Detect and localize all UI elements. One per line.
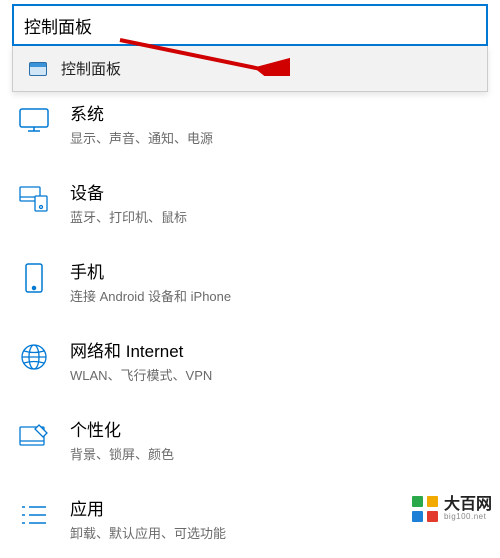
- category-subtitle: 卸载、默认应用、可选功能: [70, 523, 226, 542]
- search-input[interactable]: [24, 15, 476, 35]
- control-panel-icon: [29, 62, 47, 76]
- category-title: 网络和 Internet: [70, 337, 212, 362]
- suggestion-label: 控制面板: [61, 58, 121, 79]
- phone-icon: [18, 262, 50, 294]
- search-suggestions: 控制面板: [12, 46, 488, 92]
- category-title: 个性化: [70, 416, 174, 441]
- watermark-logo-icon: [412, 496, 438, 522]
- category-subtitle: WLAN、飞行模式、VPN: [70, 365, 212, 384]
- watermark: 大百网 big100.net: [412, 496, 492, 522]
- category-subtitle: 显示、声音、通知、电源: [70, 128, 213, 147]
- apps-icon: [18, 499, 50, 531]
- devices-icon: [18, 183, 50, 215]
- category-subtitle: 蓝牙、打印机、鼠标: [70, 207, 187, 226]
- category-system[interactable]: 系统 显示、声音、通知、电源: [0, 92, 500, 163]
- personalization-icon: [18, 420, 50, 452]
- category-title: 手机: [70, 258, 231, 283]
- system-icon: [18, 104, 50, 136]
- category-title: 系统: [70, 100, 213, 125]
- category-personalization[interactable]: 个性化 背景、锁屏、颜色: [0, 400, 500, 479]
- category-phone[interactable]: 手机 连接 Android 设备和 iPhone: [0, 242, 500, 321]
- category-devices[interactable]: 设备 蓝牙、打印机、鼠标: [0, 163, 500, 242]
- suggestion-control-panel[interactable]: 控制面板: [13, 46, 487, 91]
- category-subtitle: 连接 Android 设备和 iPhone: [70, 286, 231, 305]
- search-box[interactable]: [12, 4, 488, 46]
- category-subtitle: 背景、锁屏、颜色: [70, 444, 174, 463]
- network-icon: [18, 341, 50, 373]
- category-title: 设备: [70, 179, 187, 204]
- category-network[interactable]: 网络和 Internet WLAN、飞行模式、VPN: [0, 321, 500, 400]
- category-title: 应用: [70, 495, 226, 520]
- watermark-brand: 大百网: [444, 497, 492, 513]
- settings-list: 系统 显示、声音、通知、电源 设备 蓝牙、打印机、鼠标 手机 连接: [0, 92, 500, 558]
- watermark-url: big100.net: [444, 513, 492, 521]
